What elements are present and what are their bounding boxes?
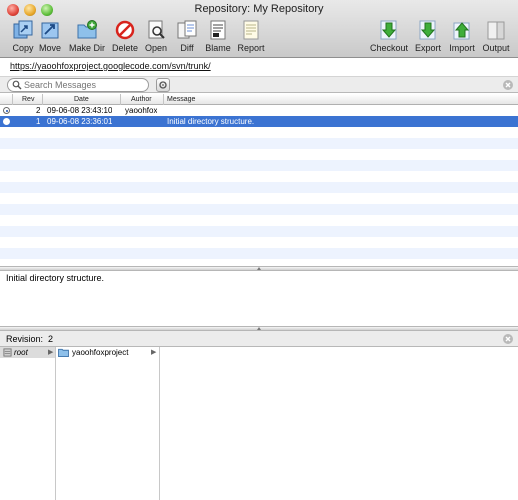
output-icon	[487, 21, 505, 40]
revision-value: 2	[48, 334, 54, 344]
report-label: Report	[237, 43, 265, 53]
repository-icon	[3, 348, 12, 357]
log-table-body: 2 09-06-08 23:43:10 yaoohfox 1 09-06-08 …	[0, 105, 518, 266]
report-button[interactable]: Report	[228, 19, 274, 55]
browser-column-project: yaoohfoxproject ▶	[56, 347, 160, 500]
gear-icon	[159, 81, 167, 89]
header-rev[interactable]: Rev	[13, 94, 43, 105]
row-date: 09-06-08 23:36:01	[47, 117, 113, 126]
repository-browser: root ▶ yaoohfoxproject ▶	[0, 347, 518, 500]
log-table-header: Rev Date Author Message	[0, 94, 518, 105]
blame-icon	[210, 20, 226, 40]
row-rev: 2	[36, 106, 41, 115]
close-revision-button[interactable]	[503, 334, 513, 344]
checkout-icon	[380, 20, 397, 40]
close-icon	[505, 82, 511, 88]
move-icon	[41, 22, 59, 39]
revision-bar: Revision: 2	[0, 331, 518, 347]
clear-search-button[interactable]	[503, 80, 513, 90]
header-author[interactable]: Author	[121, 94, 164, 105]
browser-column-root: root ▶	[0, 347, 56, 500]
output-button[interactable]: Output	[473, 19, 518, 55]
output-label: Output	[482, 43, 510, 53]
repository-url[interactable]: https://yaoohfoxproject.googlecode.com/s…	[10, 61, 211, 71]
repository-url-host[interactable]: https://yaoohfoxproject.googlecode.com/s…	[10, 61, 188, 71]
header-message[interactable]: Message	[164, 94, 518, 105]
url-bar: https://yaoohfoxproject.googlecode.com/s…	[0, 58, 518, 76]
row-date: 09-06-08 23:43:10	[47, 106, 113, 115]
header-date[interactable]: Date	[43, 94, 121, 105]
row-message: Initial directory structure.	[167, 117, 255, 126]
close-icon	[505, 336, 511, 342]
folder-plus-icon	[77, 20, 97, 39]
revision-label: Revision: 2	[6, 334, 53, 344]
commit-message: Initial directory structure.	[6, 273, 105, 283]
repository-url-path[interactable]: trunk/	[188, 61, 211, 71]
row-radio[interactable]	[3, 118, 10, 125]
browser-item-project-label: yaoohfoxproject	[72, 348, 129, 357]
window-title: Repository: My Repository	[194, 3, 324, 15]
row-author: yaoohfox	[125, 106, 158, 115]
title-toolbar: Repository: My Repository Copy Move Make…	[0, 0, 518, 58]
browser-item-root-label: root	[14, 348, 28, 357]
folder-icon	[58, 348, 69, 357]
table-row[interactable]: 2 09-06-08 23:43:10 yaoohfox	[0, 105, 518, 116]
browser-item-root[interactable]: root ▶	[0, 347, 55, 358]
row-radio[interactable]	[3, 107, 10, 114]
search-options-button[interactable]	[156, 78, 170, 92]
import-icon	[453, 22, 470, 40]
header-indicator[interactable]	[0, 94, 13, 105]
chevron-right-icon: ▶	[48, 349, 54, 356]
export-icon	[419, 20, 436, 40]
search-icon	[12, 80, 22, 90]
table-row-selected[interactable]: 1 09-06-08 23:36:01 Initial directory st…	[0, 116, 518, 127]
search-bar	[0, 76, 518, 93]
browser-column-empty	[160, 347, 518, 500]
search-field[interactable]	[7, 78, 149, 92]
search-input[interactable]	[24, 79, 144, 91]
chevron-right-icon: ▶	[151, 349, 157, 356]
report-icon	[243, 20, 259, 40]
row-rev: 1	[36, 117, 41, 126]
message-pane[interactable]: Initial directory structure.	[0, 271, 518, 326]
revision-label-text: Revision:	[6, 334, 44, 344]
splitter-grip-icon	[257, 327, 261, 330]
splitter-grip-icon	[257, 267, 261, 270]
browser-item-project[interactable]: yaoohfoxproject ▶	[56, 347, 159, 358]
